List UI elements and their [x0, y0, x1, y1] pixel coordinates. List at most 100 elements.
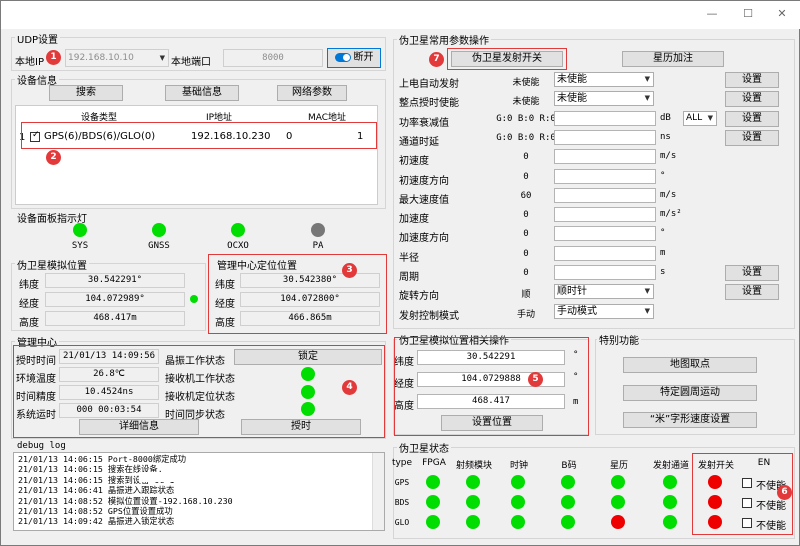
status-led — [466, 475, 480, 489]
param-set-button[interactable]: 设置 — [725, 130, 779, 146]
search-button[interactable]: 搜索 — [49, 85, 123, 101]
local-ip-label: 本地IP — [15, 57, 44, 68]
chevron-down-icon: ▼ — [159, 54, 165, 62]
param-input[interactable] — [554, 149, 656, 164]
basic-info-button[interactable]: 基础信息 — [165, 85, 239, 101]
badge-1: 1 — [46, 50, 61, 65]
param-label: 上电自动发射 — [399, 79, 459, 90]
param-input[interactable] — [554, 111, 656, 126]
badge-2: 2 — [46, 150, 61, 165]
maximize-icon[interactable]: ☐ — [733, 5, 763, 23]
badge-4: 4 — [342, 380, 357, 395]
param-select[interactable]: 未使能 ▼ — [554, 72, 654, 87]
gnss-label: GNSS — [148, 241, 170, 251]
ephemeris-button[interactable]: 星历加注 — [622, 51, 724, 67]
status-col-header: 时钟 — [509, 461, 528, 471]
status-led — [611, 495, 625, 509]
param-set-button[interactable]: 设置 — [725, 72, 779, 88]
port-label: 本地端口 — [171, 57, 211, 68]
debug-title: debug log — [15, 441, 68, 451]
status-led — [511, 515, 525, 529]
status-type-label: GLO — [394, 518, 410, 527]
param-label: 周期 — [399, 272, 419, 283]
close-icon[interactable]: ✕ — [767, 5, 797, 23]
app-window: — ☐ ✕ UDP设置 本地IP 192.168.10.10 ▼ 本地端口 800… — [0, 0, 800, 546]
network-params-button[interactable]: 网络参数 — [277, 85, 347, 101]
port-field[interactable]: 8000 — [223, 49, 323, 67]
param-input[interactable] — [554, 169, 656, 184]
log-line: 21/01/13 14:09:42 晶振进入锁定状态 — [18, 516, 175, 527]
power-channel-select[interactable]: ALL ▼ — [683, 111, 717, 126]
sim-status-led — [190, 295, 198, 303]
chevron-down-icon: ▼ — [707, 114, 713, 122]
param-current-value: 0 — [523, 152, 529, 162]
local-ip-value: 192.168.10.10 — [68, 53, 134, 63]
badge-6: 6 — [777, 485, 792, 500]
chevron-down-icon: ▼ — [644, 75, 650, 83]
log-line: 21/01/13 14:08:52 模拟位置设置-192.168.10.230 — [18, 495, 233, 506]
local-ip-select[interactable]: 192.168.10.10 ▼ — [65, 49, 169, 67]
disconnect-label: 断开 — [353, 52, 374, 63]
param-current-value: 顺 — [521, 290, 531, 300]
param-set-button[interactable]: 设置 — [725, 284, 779, 300]
highlight-device-row — [21, 122, 377, 149]
status-led — [426, 475, 440, 489]
param-set-button[interactable]: 设置 — [725, 265, 779, 281]
param-input[interactable] — [554, 246, 656, 261]
badge-3: 3 — [342, 263, 357, 278]
param-unit: ° — [660, 171, 666, 181]
badge-5: 5 — [528, 372, 543, 387]
param-input[interactable] — [554, 207, 656, 222]
status-type-label: BDS — [394, 498, 410, 507]
param-label: 半径 — [399, 253, 419, 264]
param-current-value: 60 — [520, 191, 532, 201]
param-input[interactable] — [554, 226, 656, 241]
status-led — [426, 515, 440, 529]
param-set-button[interactable]: 设置 — [725, 111, 779, 127]
param-input[interactable] — [554, 265, 656, 280]
status-led — [561, 475, 575, 489]
param-set-button[interactable]: 设置 — [725, 91, 779, 107]
param-select-value: 未使能 — [557, 74, 587, 85]
param-select[interactable]: 手动模式 ▼ — [554, 304, 654, 319]
sys-label: SYS — [71, 241, 89, 251]
param-input[interactable] — [554, 188, 656, 203]
chevron-down-icon: ▼ — [644, 287, 650, 295]
param-select-value: 顺时针 — [557, 286, 587, 297]
param-unit: s — [660, 267, 666, 277]
toggle-icon — [334, 52, 351, 62]
redaction — [139, 472, 231, 482]
highlight-mgmt-position — [208, 254, 387, 334]
udp-title: UDP设置 — [15, 31, 61, 46]
disconnect-button[interactable]: 断开 — [327, 48, 381, 68]
status-led — [466, 495, 480, 509]
status-led — [561, 495, 575, 509]
param-select[interactable]: 未使能 ▼ — [554, 91, 654, 106]
status-led — [511, 495, 525, 509]
special-title: 特别功能 — [597, 332, 641, 347]
debug-log[interactable]: 21/01/13 14:06:15 Port-8000绑定成功 21/01/13 … — [13, 452, 385, 531]
param-current-value: 手动 — [516, 310, 535, 320]
debug-lines: 21/01/13 14:06:15 Port-8000绑定成功 21/01/13 … — [14, 453, 384, 528]
param-select[interactable]: 顺时针 ▼ — [554, 284, 654, 299]
status-led — [511, 475, 525, 489]
param-current-value: 0 — [523, 172, 529, 182]
sim-lat-label: 纬度 — [19, 280, 39, 291]
status-led — [663, 495, 677, 509]
ocxo-label: OCXO — [227, 241, 249, 251]
param-label: 通道时延 — [399, 137, 439, 148]
param-input[interactable] — [554, 130, 656, 145]
param-label: 发射控制模式 — [399, 311, 459, 322]
param-current-value: 0 — [523, 268, 529, 278]
mi-speed-button[interactable]: “米”字形速度设置 — [623, 412, 757, 428]
minimize-icon[interactable]: — — [697, 5, 727, 23]
status-col-header: 发射通道 — [652, 461, 689, 471]
circular-motion-button[interactable]: 特定圆周运动 — [623, 385, 757, 401]
status-led — [466, 515, 480, 529]
param-label: 旋转方向 — [399, 291, 439, 302]
log-line: 21/01/13 14:06:15 Port-8000绑定成功 — [18, 454, 187, 464]
map-pick-button[interactable]: 地图取点 — [623, 357, 757, 373]
log-line: 21/01/13 14:06:41 晶振进入跟踪状态 — [18, 485, 175, 496]
param-current-value: 未使能 — [512, 78, 540, 88]
param-unit: ns — [660, 132, 671, 142]
